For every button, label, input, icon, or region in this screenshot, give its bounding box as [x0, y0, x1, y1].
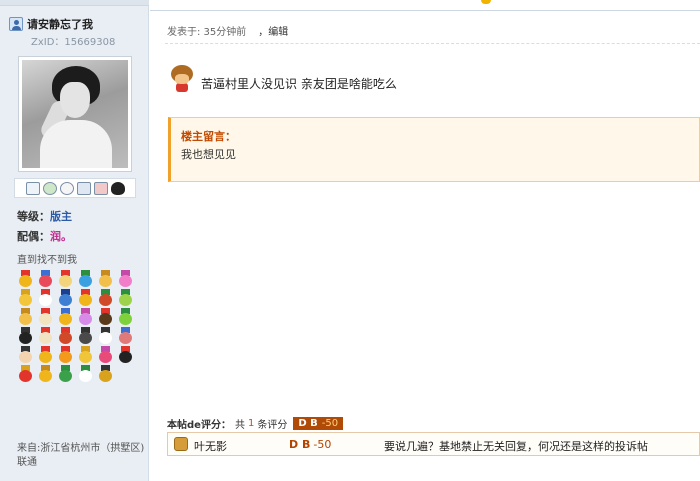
rating-summary: 本帖de评分： 共 1 条评分 D B -50 [167, 416, 344, 431]
spouse-label: 配偶： [17, 230, 50, 243]
user-location: 来自:浙江省杭州市（拱墅区)联通 [17, 443, 145, 468]
username[interactable]: 请安静忘了我 [27, 16, 93, 32]
rating-points-value: -50 [313, 438, 332, 451]
post-top-bar [150, 0, 700, 11]
medal-icon [17, 270, 34, 287]
rating-reason: 要说几遍？基地禁止无关回复，何况还是这样的投诉帖 [384, 440, 648, 453]
badge-value: -50 [321, 418, 339, 429]
post-time: 发表于: 35分钟前 [167, 27, 247, 38]
profile-card-icon[interactable] [76, 181, 91, 195]
badge-key: D B [298, 418, 318, 429]
medal-icon [17, 327, 34, 344]
medal-icon [77, 289, 94, 306]
medal-icon [37, 346, 54, 363]
spouse-value[interactable]: 润。 [50, 230, 72, 243]
medal-icon [37, 308, 54, 325]
medal-icon [77, 270, 94, 287]
medal-icon [37, 365, 54, 382]
medal-icon [117, 308, 134, 325]
medal-icon [57, 365, 74, 382]
medal-icon [37, 270, 54, 287]
top-marker-icon [481, 0, 491, 4]
user-profile-panel: 请安静忘了我 ZxID：15669308 等级：版主 配偶：润。 直到找不到我 [0, 0, 149, 481]
medal-icon [17, 308, 34, 325]
user-id: ZxID：15669308 [31, 37, 116, 48]
rating-points: D B -50 [289, 438, 331, 451]
level-value: 版主 [50, 210, 72, 223]
avatar[interactable] [18, 56, 132, 172]
edit-link[interactable]: ，编辑 [258, 27, 288, 38]
rating-title: 本帖de评分： [167, 420, 231, 431]
rating-suffix: 条评分 [257, 420, 288, 431]
medal-icon [117, 346, 134, 363]
user-spouse: 配偶：润。 [17, 228, 72, 244]
rating-total-badge: D B -50 [293, 417, 344, 430]
mail-icon[interactable] [25, 181, 40, 195]
medal-icon [77, 365, 94, 382]
medal-grid [17, 270, 137, 382]
medal-icon [17, 289, 34, 306]
rater-name[interactable]: 叶无影 [194, 438, 227, 454]
meta-divider [165, 43, 700, 44]
medal-icon [97, 346, 114, 363]
medal-icon [57, 327, 74, 344]
medal-icon [17, 346, 34, 363]
medal-icon [57, 346, 74, 363]
user-level: 等级：版主 [17, 208, 72, 224]
panel-top-bar [0, 0, 149, 6]
post-meta: 发表于: 35分钟前 ，编辑 [167, 23, 288, 38]
medal-icon [77, 308, 94, 325]
medal-icon [57, 308, 74, 325]
monkey-emoticon-icon [169, 65, 195, 93]
username-row[interactable]: 请安静忘了我 [9, 16, 93, 32]
user-signature: 直到找不到我 [17, 255, 77, 266]
search-icon[interactable] [59, 181, 74, 195]
add-friend-icon[interactable] [42, 181, 57, 195]
rating-count: 1 [247, 418, 255, 429]
author-note-title: 楼主留言： [181, 130, 236, 143]
medal-icon [97, 289, 114, 306]
user-tools [14, 178, 136, 198]
rating-entry: 叶无影 D B -50 要说几遍？基地禁止无关回复，何况还是这样的投诉帖 [167, 432, 700, 456]
qq-icon[interactable] [110, 181, 125, 195]
medal-icon [117, 270, 134, 287]
medal-icon [57, 270, 74, 287]
rater-avatar-icon[interactable] [174, 437, 188, 451]
rating-prefix: 共 [234, 420, 245, 431]
medal-icon [117, 327, 134, 344]
medal-icon [77, 327, 94, 344]
medal-icon [37, 327, 54, 344]
author-note-body: 我也想见见 [181, 148, 236, 161]
medal-icon [97, 365, 114, 382]
medal-icon [57, 289, 74, 306]
medal-icon [77, 346, 94, 363]
post-content: 苦逼村里人没见识 亲友团是啥能吃么 [201, 77, 397, 91]
medal-icon [37, 289, 54, 306]
medal-icon [97, 327, 114, 344]
avatar-image [22, 60, 128, 168]
medal-icon [97, 308, 114, 325]
rating-points-key: D B [289, 438, 311, 451]
author-note: 楼主留言： 我也想见见 [168, 117, 700, 182]
group-icon[interactable] [93, 181, 108, 195]
medal-icon [97, 270, 114, 287]
medal-icon [117, 289, 134, 306]
post-body: 苦逼村里人没见识 亲友团是啥能吃么 [169, 65, 397, 93]
user-icon [9, 17, 23, 31]
level-label: 等级： [17, 210, 50, 223]
medal-icon [17, 365, 34, 382]
